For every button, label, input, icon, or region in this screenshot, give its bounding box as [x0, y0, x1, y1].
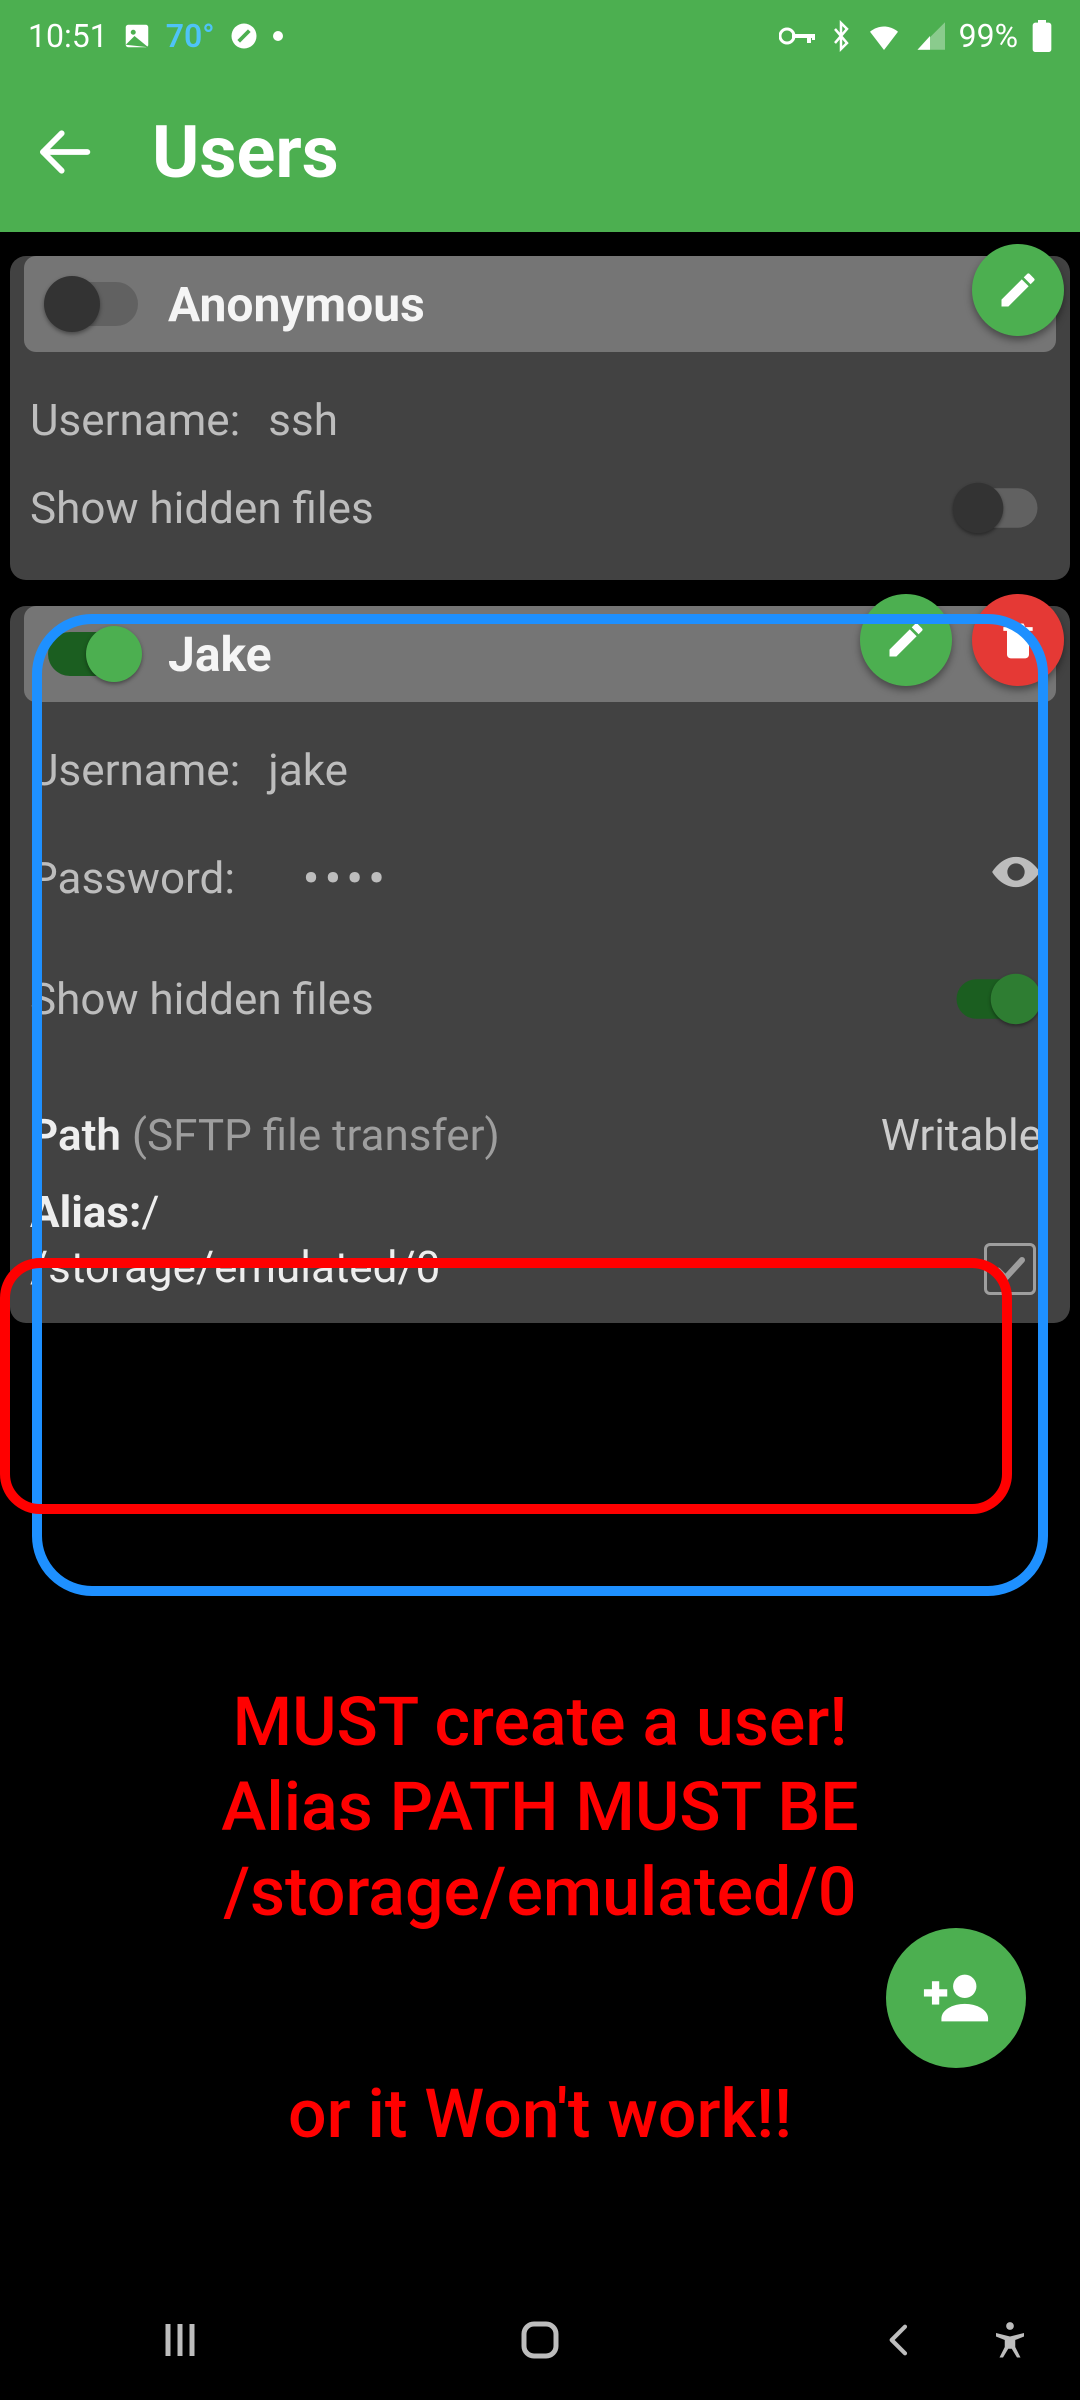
alias-value: / [141, 1186, 159, 1238]
user-enable-toggle[interactable] [48, 282, 138, 326]
username-value: jake [268, 744, 348, 796]
edit-user-button[interactable] [972, 244, 1064, 336]
password-value: •••• [303, 852, 390, 904]
status-battery-pct: 99% [959, 17, 1018, 55]
users-list: Anonymous Username: ssh Show hidden file… [0, 232, 1080, 1323]
bluetooth-icon [829, 20, 853, 52]
annotation-text-block-2: or it Won't work!! [0, 2072, 1080, 2157]
annotation-line: or it Won't work!! [0, 2072, 1080, 2157]
username-label: Username: [30, 744, 240, 796]
add-user-fab[interactable] [886, 1928, 1026, 2068]
hidden-files-label: Show hidden files [30, 482, 374, 534]
back-button[interactable] [36, 124, 92, 180]
alias-label: Alias: [30, 1186, 141, 1238]
alias-path: /storage/emulated/0 [30, 1241, 440, 1293]
writable-checkbox[interactable] [984, 1243, 1036, 1295]
username-label: Username: [30, 394, 240, 446]
home-button[interactable] [510, 2310, 570, 2370]
status-dot [273, 31, 283, 41]
back-nav-button[interactable] [870, 2310, 930, 2370]
annotation-text-block-1: MUST create a user! Alias PATH MUST BE /… [0, 1680, 1080, 1935]
page-title: Users [152, 110, 339, 195]
username-value: ssh [268, 394, 338, 446]
battery-icon [1032, 20, 1052, 52]
delete-user-button[interactable] [972, 594, 1064, 686]
user-display-name: Jake [168, 626, 272, 683]
user-display-name: Anonymous [168, 276, 425, 333]
writable-header: Writable [881, 1109, 1042, 1161]
annotation-line: /storage/emulated/0 [0, 1850, 1080, 1935]
hidden-files-row: Show hidden files [30, 955, 1042, 1043]
signal-icon [915, 22, 945, 50]
dnd-icon [229, 21, 259, 51]
android-status-bar: 10:51 70° 99% [0, 0, 1080, 72]
hidden-files-toggle[interactable] [957, 979, 1038, 1019]
username-row: Username: jake [30, 726, 1042, 814]
app-bar: Users [0, 72, 1080, 232]
path-section-label: Path Path (SFTP file transfer) (SFTP fil… [30, 1109, 500, 1161]
edit-user-button[interactable] [860, 594, 952, 686]
hidden-files-label: Show hidden files [30, 973, 374, 1025]
hidden-files-toggle[interactable] [957, 488, 1038, 528]
vpn-key-icon [779, 24, 815, 48]
user-card-header[interactable]: Jake [24, 606, 1056, 702]
reveal-password-icon[interactable] [990, 846, 1042, 909]
annotation-line: MUST create a user! [0, 1680, 1080, 1765]
password-label: Password: [30, 852, 235, 904]
annotation-line: Alias PATH MUST BE [0, 1765, 1080, 1850]
username-row: Username: ssh [30, 376, 1042, 464]
picture-icon [122, 21, 152, 51]
status-time: 10:51 [28, 17, 108, 55]
user-card-anonymous: Anonymous Username: ssh Show hidden file… [10, 256, 1070, 580]
password-row: Password: •••• [30, 828, 1042, 927]
user-card-header[interactable]: Anonymous [24, 256, 1056, 352]
user-card-jake: Jake Username: jake Password: •••• [10, 606, 1070, 1323]
android-nav-bar [0, 2280, 1080, 2400]
wifi-icon [867, 22, 901, 50]
accessibility-button[interactable] [980, 2310, 1040, 2370]
recent-apps-button[interactable] [150, 2310, 210, 2370]
user-enable-toggle[interactable] [48, 632, 138, 676]
hidden-files-row: Show hidden files [30, 464, 1042, 552]
path-section-header: Path Path (SFTP file transfer) (SFTP fil… [30, 1079, 1042, 1161]
alias-row[interactable]: Alias:/ /storage/emulated/0 [30, 1185, 1042, 1295]
status-temp: 70° [166, 17, 215, 55]
